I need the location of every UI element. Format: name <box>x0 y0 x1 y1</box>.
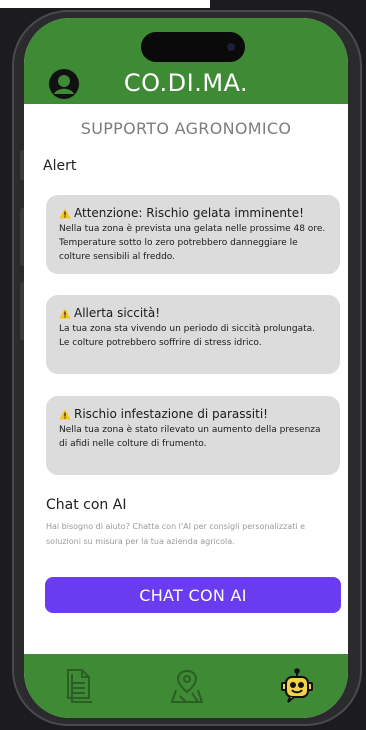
alert-title: Allerta siccità! <box>74 306 161 320</box>
app-header: CO.DI.MA. <box>24 18 348 104</box>
alert-body: Nella tua zona è stato rilevato un aumen… <box>59 425 321 449</box>
page-subtitle: SUPPORTO AGRONOMICO <box>80 119 292 138</box>
alert-body: Nella tua zona è prevista una gelata nel… <box>59 224 326 262</box>
app-screen: CO.DI.MA. SUPPORTO AGRONOMICO Alert Atte… <box>24 18 348 718</box>
dynamic-island <box>141 32 245 62</box>
warning-icon <box>59 308 71 318</box>
top-edge-strip <box>0 0 210 8</box>
documents-icon[interactable] <box>62 668 96 704</box>
chat-section-title: Chat con AI <box>46 497 127 513</box>
app-title: CO.DI.MA. <box>123 69 249 97</box>
alert-title: Attenzione: Rischio gelata imminente! <box>74 206 304 220</box>
alert-body: La tua zona sta vivendo un periodo di si… <box>59 324 316 348</box>
warning-icon <box>59 409 71 419</box>
alert-card-frost[interactable]: Attenzione: Rischio gelata imminente! Ne… <box>46 195 340 274</box>
warning-icon <box>59 208 71 218</box>
alert-title: Rischio infestazione di parassiti! <box>74 407 268 421</box>
alert-card-pests[interactable]: Rischio infestazione di parassiti! Nella… <box>46 396 340 475</box>
alerts-section-title: Alert <box>43 158 77 174</box>
map-pin-icon[interactable] <box>170 668 204 704</box>
camera-dot <box>227 43 235 51</box>
chat-description: Hai bisogno di aiuto? Chatta con l'AI pe… <box>46 522 306 546</box>
alert-card-drought[interactable]: Allerta siccità! La tua zona sta vivendo… <box>46 295 340 374</box>
bottom-navigation <box>24 654 348 718</box>
chat-with-ai-button[interactable]: CHAT CON AI <box>45 577 341 613</box>
robot-chat-icon[interactable] <box>280 668 314 704</box>
